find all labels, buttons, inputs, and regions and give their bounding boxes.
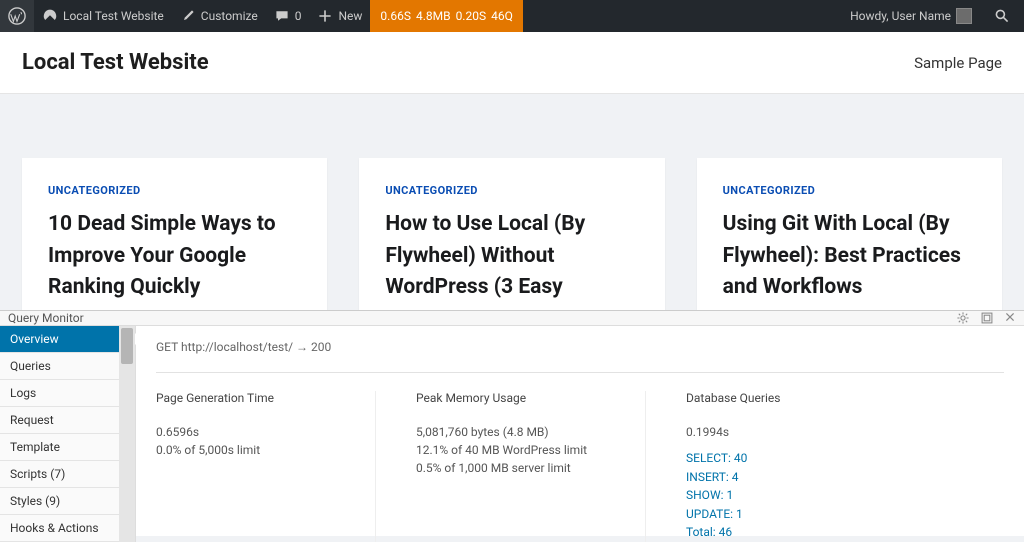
query-monitor-stats[interactable]: 0.66S 4.8MB 0.20S 46Q xyxy=(370,0,522,32)
post-card[interactable]: UNCATEGORIZED How to Use Local (By Flywh… xyxy=(359,158,664,330)
dashboard-icon xyxy=(42,8,58,24)
query-monitor-panel: Query Monitor Overview Queries Logs Requ… xyxy=(0,310,1024,536)
wp-admin-bar: Local Test Website Customize 0 New 0.66S… xyxy=(0,0,1024,32)
nav-sample-page[interactable]: Sample Page xyxy=(914,54,1002,72)
comments-link[interactable]: 0 xyxy=(266,0,310,32)
brush-icon xyxy=(180,8,196,24)
qm-sidebar-scrollbar[interactable] xyxy=(119,326,135,542)
post-title[interactable]: 10 Dead Simple Ways to Improve Your Goog… xyxy=(48,209,301,304)
db-time: 0.1994s xyxy=(686,423,780,441)
qm-header-controls xyxy=(956,311,1016,325)
page-gen-time: 0.6596s xyxy=(156,423,335,441)
qm-tab-request[interactable]: Request xyxy=(0,407,135,434)
qm-tab-hooks[interactable]: Hooks & Actions xyxy=(0,515,135,542)
dock-icon[interactable] xyxy=(980,311,994,325)
mem-bytes: 5,081,760 bytes (4.8 MB) xyxy=(416,423,605,441)
col-heading: Peak Memory Usage xyxy=(416,391,605,405)
db-update-link[interactable]: UPDATE: 1 xyxy=(686,505,780,524)
comment-count: 0 xyxy=(295,9,302,23)
admin-bar-right: Howdy, User Name xyxy=(842,0,1024,32)
wp-logo-menu[interactable] xyxy=(0,0,34,32)
mem-server-limit: 0.5% of 1,000 MB server limit xyxy=(416,459,605,477)
col-heading: Database Queries xyxy=(686,391,780,405)
plus-icon xyxy=(317,8,333,24)
admin-bar-left: Local Test Website Customize 0 New 0.66S… xyxy=(0,0,523,32)
qm-tab-styles[interactable]: Styles (9) xyxy=(0,488,135,515)
post-title[interactable]: How to Use Local (By Flywheel) Without W… xyxy=(385,209,638,304)
customize-link[interactable]: Customize xyxy=(172,0,266,32)
comment-icon xyxy=(274,8,290,24)
qm-body: Overview Queries Logs Request Template S… xyxy=(0,326,1024,542)
site-name-menu[interactable]: Local Test Website xyxy=(34,0,172,32)
new-text: New xyxy=(338,9,362,23)
qm-header: Query Monitor xyxy=(0,311,1024,326)
qm-overview-columns: Page Generation Time 0.6596s 0.0% of 5,0… xyxy=(156,391,1004,542)
post-grid: UNCATEGORIZED 10 Dead Simple Ways to Imp… xyxy=(0,94,1024,330)
close-icon[interactable] xyxy=(1004,311,1016,325)
qm-col-db: Database Queries 0.1994s SELECT: 40 INSE… xyxy=(686,391,820,542)
avatar xyxy=(956,8,972,24)
qm-request-line: GET http://localhost/test/ → 200 xyxy=(156,340,1004,354)
db-insert-link[interactable]: INSERT: 4 xyxy=(686,468,780,487)
search-icon[interactable] xyxy=(988,8,1016,24)
qm-stat-time: 0.66S xyxy=(380,9,411,23)
qm-sidebar: Overview Queries Logs Request Template S… xyxy=(0,326,136,542)
page-gen-limit: 0.0% of 5,000s limit xyxy=(156,441,335,459)
post-category[interactable]: UNCATEGORIZED xyxy=(723,184,976,197)
post-card[interactable]: UNCATEGORIZED 10 Dead Simple Ways to Imp… xyxy=(22,158,327,330)
col-heading: Page Generation Time xyxy=(156,391,335,405)
qm-stat-dbq: 46Q xyxy=(491,9,513,23)
qm-tab-scripts[interactable]: Scripts (7) xyxy=(0,461,135,488)
db-total-link[interactable]: Total: 46 xyxy=(686,523,780,542)
qm-col-page-gen: Page Generation Time 0.6596s 0.0% of 5,0… xyxy=(156,391,376,542)
post-category[interactable]: UNCATEGORIZED xyxy=(48,184,301,197)
db-show-link[interactable]: SHOW: 1 xyxy=(686,486,780,505)
new-content-link[interactable]: New xyxy=(309,0,370,32)
post-category[interactable]: UNCATEGORIZED xyxy=(385,184,638,197)
wordpress-icon xyxy=(8,7,26,25)
qm-col-memory: Peak Memory Usage 5,081,760 bytes (4.8 M… xyxy=(416,391,646,542)
post-title[interactable]: Using Git With Local (By Flywheel): Best… xyxy=(723,209,976,304)
qm-tab-overview[interactable]: Overview xyxy=(0,326,135,353)
mem-wp-limit: 12.1% of 40 MB WordPress limit xyxy=(416,441,605,459)
qm-title: Query Monitor xyxy=(8,311,84,325)
scrollbar-thumb[interactable] xyxy=(121,328,133,364)
qm-tab-logs[interactable]: Logs xyxy=(0,380,135,407)
qm-tab-queries[interactable]: Queries xyxy=(0,353,135,380)
qm-main: GET http://localhost/test/ → 200 Page Ge… xyxy=(136,326,1024,542)
user-menu[interactable]: Howdy, User Name xyxy=(842,0,980,32)
qm-stat-dbtime: 0.20S xyxy=(456,9,487,23)
db-select-link[interactable]: SELECT: 40 xyxy=(686,449,780,468)
divider xyxy=(156,372,1004,373)
post-card[interactable]: UNCATEGORIZED Using Git With Local (By F… xyxy=(697,158,1002,330)
howdy-text: Howdy, User Name xyxy=(850,9,951,23)
site-header: Local Test Website Sample Page xyxy=(0,32,1024,94)
site-title[interactable]: Local Test Website xyxy=(22,50,209,75)
qm-tab-template[interactable]: Template xyxy=(0,434,135,461)
qm-stat-mem: 4.8MB xyxy=(416,9,451,23)
site-name-text: Local Test Website xyxy=(63,9,164,23)
gear-icon[interactable] xyxy=(956,311,970,325)
customize-text: Customize xyxy=(201,9,258,23)
